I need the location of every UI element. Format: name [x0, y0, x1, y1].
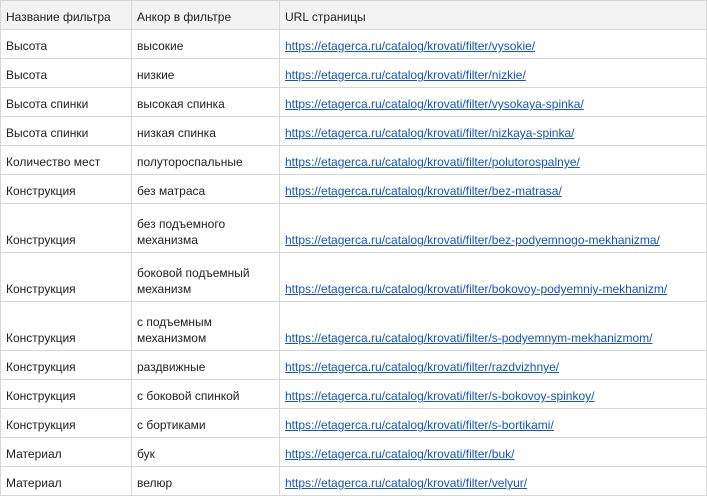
url-cell[interactable]: https://etagerca.ru/catalog/krovati/filt… — [279, 87, 707, 117]
table-row: Высота спинки низкая спинка https://etag… — [0, 116, 707, 146]
anchor-cell[interactable]: без матраса — [131, 174, 280, 204]
url-link[interactable]: https://etagerca.ru/catalog/krovati/filt… — [285, 233, 660, 247]
filter-name-cell[interactable]: Количество мест — [0, 145, 132, 175]
url-cell[interactable]: https://etagerca.ru/catalog/krovati/filt… — [279, 408, 707, 438]
url-cell[interactable]: https://etagerca.ru/catalog/krovati/filt… — [279, 466, 707, 496]
table-row: Высота низкие https://etagerca.ru/catalo… — [0, 58, 707, 88]
table-row: Конструкция с подъемным механизмом https… — [0, 301, 707, 351]
url-link[interactable]: https://etagerca.ru/catalog/krovati/filt… — [285, 39, 535, 53]
table-row: Конструкция с боковой спинкой https://et… — [0, 379, 707, 409]
filter-name-cell[interactable]: Конструкция — [0, 301, 132, 351]
anchor-cell[interactable]: полутороспальные — [131, 145, 280, 175]
filter-name-cell[interactable]: Конструкция — [0, 350, 132, 380]
filter-name-cell[interactable]: Конструкция — [0, 379, 132, 409]
table-row: Конструкция боковой подъемный механизм h… — [0, 252, 707, 302]
url-link[interactable]: https://etagerca.ru/catalog/krovati/filt… — [285, 282, 667, 296]
table-row: Конструкция раздвижные https://etagerca.… — [0, 350, 707, 380]
table-row: Конструкция без подъемного механизма htt… — [0, 203, 707, 253]
filter-name-cell[interactable]: Высота — [0, 58, 132, 88]
url-cell[interactable]: https://etagerca.ru/catalog/krovati/filt… — [279, 174, 707, 204]
filter-table: Название фильтра Анкор в фильтре URL стр… — [0, 0, 707, 496]
url-link[interactable]: https://etagerca.ru/catalog/krovati/filt… — [285, 331, 652, 345]
column-header-url[interactable]: URL страницы — [279, 0, 707, 30]
filter-name-cell[interactable]: Конструкция — [0, 252, 132, 302]
url-link[interactable]: https://etagerca.ru/catalog/krovati/filt… — [285, 68, 526, 82]
url-link[interactable]: https://etagerca.ru/catalog/krovati/filt… — [285, 389, 594, 403]
anchor-cell[interactable]: велюр — [131, 466, 280, 496]
table-row: Количество мест полутороспальные https:/… — [0, 145, 707, 175]
url-cell[interactable]: https://etagerca.ru/catalog/krovati/filt… — [279, 252, 707, 302]
anchor-cell[interactable]: с бортиками — [131, 408, 280, 438]
anchor-cell[interactable]: низкие — [131, 58, 280, 88]
url-link[interactable]: https://etagerca.ru/catalog/krovati/filt… — [285, 418, 554, 432]
url-link[interactable]: https://etagerca.ru/catalog/krovati/filt… — [285, 476, 527, 490]
filter-name-cell[interactable]: Конструкция — [0, 408, 132, 438]
url-cell[interactable]: https://etagerca.ru/catalog/krovati/filt… — [279, 58, 707, 88]
filter-name-cell[interactable]: Материал — [0, 466, 132, 496]
filter-name-cell[interactable]: Материал — [0, 437, 132, 467]
url-link[interactable]: https://etagerca.ru/catalog/krovati/filt… — [285, 155, 580, 169]
url-link[interactable]: https://etagerca.ru/catalog/krovati/filt… — [285, 97, 584, 111]
anchor-cell[interactable]: высокая спинка — [131, 87, 280, 117]
anchor-cell[interactable]: без подъемного механизма — [131, 203, 280, 253]
column-header-filter-name[interactable]: Название фильтра — [0, 0, 132, 30]
header-row: Название фильтра Анкор в фильтре URL стр… — [0, 0, 707, 30]
url-cell[interactable]: https://etagerca.ru/catalog/krovati/filt… — [279, 437, 707, 467]
url-cell[interactable]: https://etagerca.ru/catalog/krovati/filt… — [279, 203, 707, 253]
filter-name-cell[interactable]: Высота спинки — [0, 87, 132, 117]
anchor-cell[interactable]: низкая спинка — [131, 116, 280, 146]
url-cell[interactable]: https://etagerca.ru/catalog/krovati/filt… — [279, 29, 707, 59]
url-cell[interactable]: https://etagerca.ru/catalog/krovati/filt… — [279, 145, 707, 175]
anchor-cell[interactable]: высокие — [131, 29, 280, 59]
table-row: Высота высокие https://etagerca.ru/catal… — [0, 29, 707, 59]
table-row: Материал бук https://etagerca.ru/catalog… — [0, 437, 707, 467]
url-cell[interactable]: https://etagerca.ru/catalog/krovati/filt… — [279, 350, 707, 380]
filter-name-cell[interactable]: Высота спинки — [0, 116, 132, 146]
filter-name-cell[interactable]: Высота — [0, 29, 132, 59]
anchor-cell[interactable]: с подъемным механизмом — [131, 301, 280, 351]
url-cell[interactable]: https://etagerca.ru/catalog/krovati/filt… — [279, 301, 707, 351]
url-cell[interactable]: https://etagerca.ru/catalog/krovati/filt… — [279, 116, 707, 146]
url-link[interactable]: https://etagerca.ru/catalog/krovati/filt… — [285, 360, 559, 374]
filter-name-cell[interactable]: Конструкция — [0, 174, 132, 204]
anchor-cell[interactable]: с боковой спинкой — [131, 379, 280, 409]
url-link[interactable]: https://etagerca.ru/catalog/krovati/filt… — [285, 184, 562, 198]
anchor-cell[interactable]: бук — [131, 437, 280, 467]
url-link[interactable]: https://etagerca.ru/catalog/krovati/filt… — [285, 126, 574, 140]
table-row: Конструкция с бортиками https://etagerca… — [0, 408, 707, 438]
anchor-cell[interactable]: раздвижные — [131, 350, 280, 380]
spreadsheet: Название фильтра Анкор в фильтре URL стр… — [0, 0, 707, 496]
anchor-cell[interactable]: боковой подъемный механизм — [131, 252, 280, 302]
table-row: Конструкция без матраса https://etagerca… — [0, 174, 707, 204]
url-link[interactable]: https://etagerca.ru/catalog/krovati/filt… — [285, 447, 514, 461]
url-cell[interactable]: https://etagerca.ru/catalog/krovati/filt… — [279, 379, 707, 409]
filter-name-cell[interactable]: Конструкция — [0, 203, 132, 253]
column-header-anchor[interactable]: Анкор в фильтре — [131, 0, 280, 30]
table-row: Материал велюр https://etagerca.ru/catal… — [0, 466, 707, 496]
table-row: Высота спинки высокая спинка https://eta… — [0, 87, 707, 117]
